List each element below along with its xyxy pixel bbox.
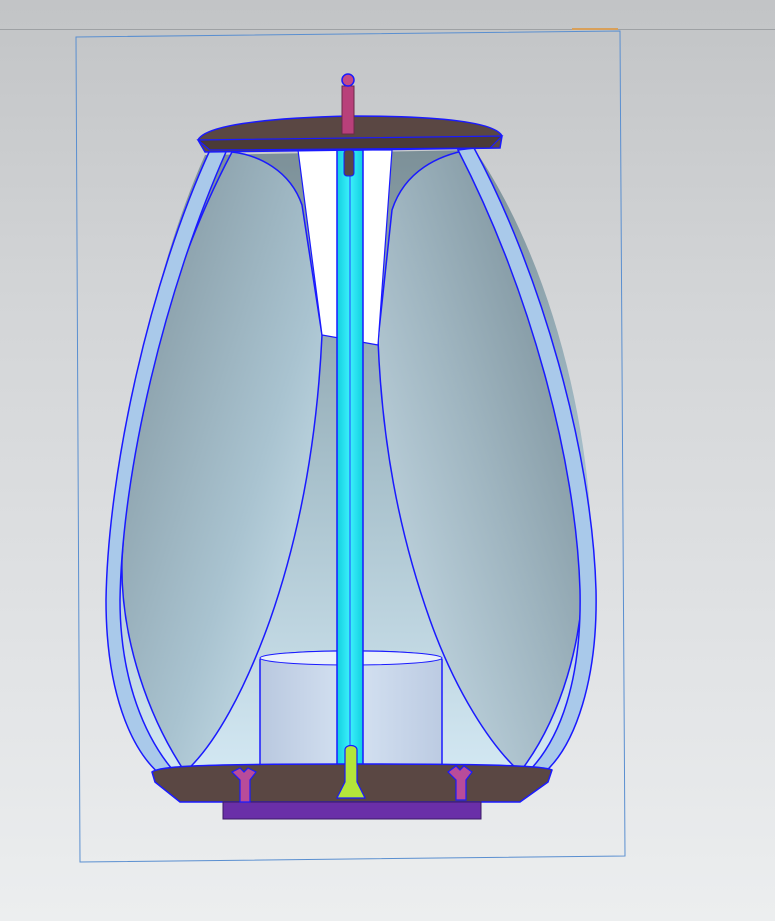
top-pin [341, 85, 355, 135]
cad-viewport[interactable] [0, 0, 775, 921]
top-pin-head [341, 73, 355, 87]
top-pin-socket [343, 149, 355, 177]
bottom-plate [222, 801, 482, 820]
model-drawing[interactable] [0, 0, 775, 921]
